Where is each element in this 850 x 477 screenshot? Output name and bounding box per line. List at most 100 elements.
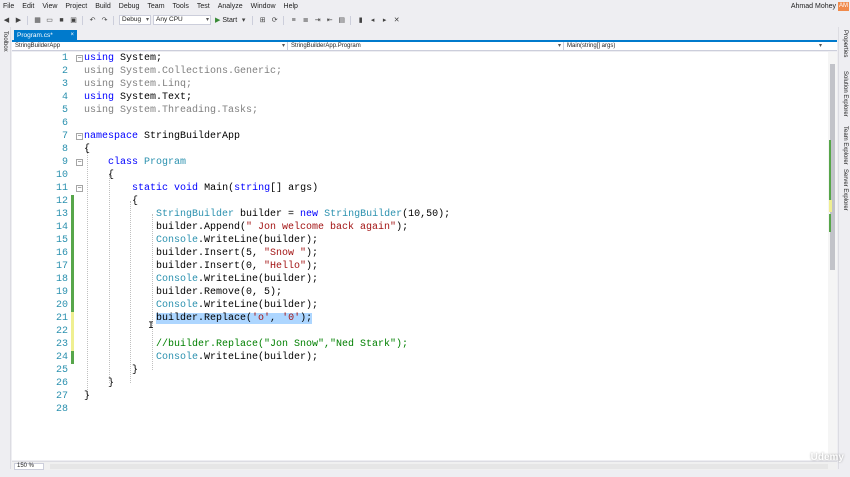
code-line: 1 using System;	[12, 52, 828, 65]
member-dropdown-label: Main(string[] args)	[567, 43, 616, 49]
menu-test[interactable]: Test	[193, 0, 214, 13]
code-line: 8 {	[12, 143, 828, 156]
open-file-icon[interactable]: ▭	[44, 15, 55, 26]
zoom-dropdown[interactable]: 150 %	[14, 463, 44, 470]
next-bookmark-icon[interactable]: ▸	[379, 15, 390, 26]
line-number: 3	[61, 79, 68, 90]
code-text: Console.WriteLine(builder);	[156, 300, 319, 311]
code-line: 21 builder.Replace('o', '0');	[12, 312, 828, 325]
line-number: 1	[61, 53, 68, 64]
scroll-change-marker	[829, 214, 831, 232]
code-text: using System;	[84, 53, 163, 64]
toolbar: ◀ ▶ ▦ ▭ ■ ▣ ↶ ↷ Debug Any CPU ▶ Start ▾ …	[0, 13, 850, 27]
server-explorer-tab[interactable]: Server Explorer	[842, 169, 848, 211]
menu-help[interactable]: Help	[280, 0, 302, 13]
project-dropdown[interactable]: StringBuilderApp ▾	[12, 42, 288, 51]
scroll-change-marker	[829, 200, 832, 212]
new-project-icon[interactable]: ▦	[32, 15, 43, 26]
toolbox-tab[interactable]: Toolbox	[2, 31, 8, 52]
avatar[interactable]: AM	[838, 2, 849, 11]
line-number: 28	[55, 404, 68, 415]
code-line: 12 {	[12, 195, 828, 208]
redo-icon[interactable]: ↷	[99, 15, 110, 26]
code-text: class Program	[108, 157, 187, 168]
forward-icon[interactable]: ▶	[13, 15, 24, 26]
code-text: using System.Collections.Generic;	[84, 66, 283, 77]
member-dropdown[interactable]: Main(string[] args) ▾	[564, 42, 824, 51]
refresh-icon[interactable]: ⟳	[269, 15, 280, 26]
menu-tools[interactable]: Tools	[169, 0, 193, 13]
save-all-icon[interactable]: ▣	[68, 15, 79, 26]
undo-icon[interactable]: ↶	[87, 15, 98, 26]
code-editor[interactable]: − − − − 1 using System; 2 using System.C…	[12, 52, 828, 460]
line-number: 13	[55, 209, 68, 220]
chevron-down-icon: ▾	[818, 43, 822, 49]
menu-project[interactable]: Project	[61, 0, 91, 13]
line-number: 11	[55, 183, 68, 194]
menu-analyze[interactable]: Analyze	[214, 0, 247, 13]
code-line: 22	[12, 325, 828, 338]
toolbar-divider	[82, 15, 83, 25]
code-line: 3 using System.Linq;	[12, 78, 828, 91]
properties-tab[interactable]: Properties	[842, 30, 848, 57]
line-number: 16	[55, 248, 68, 259]
back-icon[interactable]: ◀	[1, 15, 12, 26]
code-line: 19 builder.Remove(0, 5);	[12, 286, 828, 299]
code-line: 24 Console.WriteLine(builder);	[12, 351, 828, 364]
udemy-watermark: Udemy	[810, 452, 844, 463]
bookmark-icon[interactable]: ▮	[355, 15, 366, 26]
line-number: 17	[55, 261, 68, 272]
code-text: Console.WriteLine(builder);	[156, 274, 319, 285]
menu-edit[interactable]: Edit	[18, 0, 38, 13]
menu-team[interactable]: Team	[143, 0, 168, 13]
menu-file[interactable]: File	[0, 0, 18, 13]
clear-bookmarks-icon[interactable]: ✕	[391, 15, 402, 26]
menu-window[interactable]: Window	[247, 0, 280, 13]
right-tool-strip: Properties Solution Explorer Team Explor…	[838, 27, 850, 469]
toolbar-divider	[350, 15, 352, 25]
indent-icon[interactable]: ⇥	[312, 15, 323, 26]
status-bar	[0, 470, 850, 477]
code-line: 11 static void Main(string[] args)	[12, 182, 828, 195]
prev-bookmark-icon[interactable]: ◂	[367, 15, 378, 26]
chevron-down-icon: ▾	[557, 43, 561, 49]
team-explorer-tab[interactable]: Team Explorer	[842, 126, 848, 165]
vertical-scrollbar[interactable]	[828, 52, 837, 460]
uncomment-icon[interactable]: ≣	[300, 15, 311, 26]
horizontal-scrollbar[interactable]	[50, 464, 828, 469]
line-number: 24	[55, 352, 68, 363]
class-dropdown-label: StringBuilderApp.Program	[291, 43, 361, 49]
code-line: 27 }	[12, 390, 828, 403]
line-number: 14	[55, 222, 68, 233]
code-text: Console.WriteLine(builder);	[156, 235, 319, 246]
code-line: 13 StringBuilder builder = new StringBui…	[12, 208, 828, 221]
menu-view[interactable]: View	[38, 0, 61, 13]
menu-build[interactable]: Build	[91, 0, 115, 13]
line-number: 21	[55, 313, 68, 324]
menu-debug[interactable]: Debug	[115, 0, 144, 13]
toolbar-divider	[113, 15, 114, 25]
code-line: 4 using System.Text;	[12, 91, 828, 104]
browser-link-icon[interactable]: ⊞	[257, 15, 268, 26]
platform-dropdown[interactable]: Any CPU	[153, 15, 211, 25]
toolbar-divider	[283, 15, 285, 25]
play-icon: ▶	[215, 17, 221, 24]
code-line: 28	[12, 403, 828, 416]
toolbar-divider	[27, 15, 28, 25]
code-text: {	[84, 196, 139, 207]
left-tool-strip: Toolbox	[0, 27, 11, 469]
solution-explorer-tab[interactable]: Solution Explorer	[842, 71, 848, 117]
line-number: 4	[61, 92, 68, 103]
comment-icon[interactable]: ≡	[288, 15, 299, 26]
configuration-dropdown[interactable]: Debug	[119, 15, 151, 25]
save-icon[interactable]: ■	[56, 15, 67, 26]
code-line: 17 builder.Insert(0, "Hello");	[12, 260, 828, 273]
tab-label: Program.cs*	[17, 32, 53, 39]
start-button[interactable]: ▶ Start	[215, 16, 237, 25]
class-dropdown[interactable]: StringBuilderApp.Program ▾	[288, 42, 564, 51]
outdent-icon[interactable]: ⇤	[324, 15, 335, 26]
code-text: using System.Text;	[84, 92, 193, 103]
breakpoint-icon[interactable]: ▤	[336, 15, 347, 26]
start-dropdown-icon[interactable]: ▾	[238, 15, 249, 26]
user-name[interactable]: Ahmad Mohey	[791, 0, 836, 13]
